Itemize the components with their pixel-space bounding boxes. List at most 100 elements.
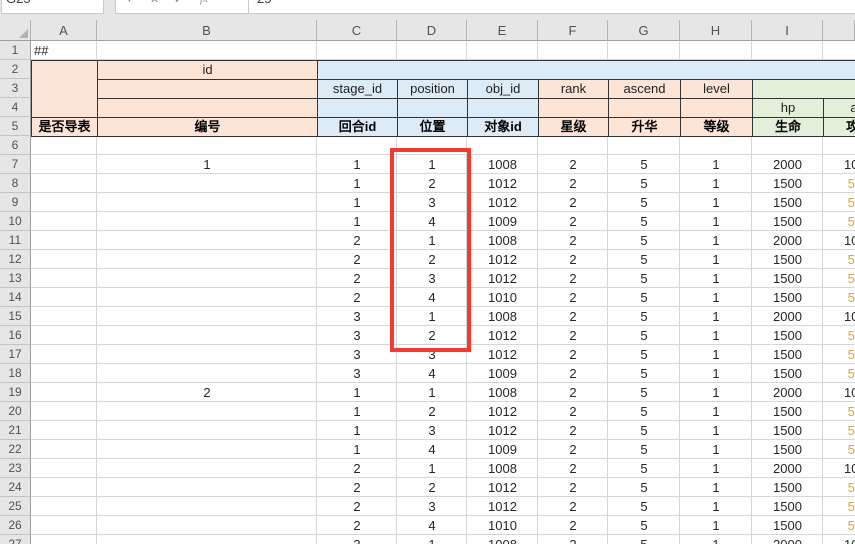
cell-H22[interactable]: 1 [680,440,752,459]
row-header-20[interactable]: 20 [0,402,31,421]
cell-G15[interactable]: 5 [608,307,680,326]
header-cell-F5[interactable]: 星级 [538,117,609,137]
cell-G14[interactable]: 5 [608,288,680,307]
cell-I7[interactable]: 2000 [752,155,823,174]
row-header-26[interactable]: 26 [0,516,31,535]
cell-F21[interactable]: 2 [538,421,608,440]
cell-G18[interactable]: 5 [608,364,680,383]
cell-D13[interactable]: 3 [397,269,467,288]
cell-D10[interactable]: 4 [397,212,467,231]
cell-G10[interactable]: 5 [608,212,680,231]
cell-C7[interactable]: 1 [317,155,397,174]
cell-C21[interactable]: 1 [317,421,397,440]
header-cell-B2[interactable]: id [97,60,318,80]
row-header-8[interactable]: 8 [0,174,31,193]
column-header-H[interactable]: H [680,20,752,41]
cell-F19[interactable]: 2 [538,383,608,402]
cell-D18[interactable]: 4 [397,364,467,383]
cell-C14[interactable]: 2 [317,288,397,307]
cell-C24[interactable]: 2 [317,478,397,497]
cell-E20[interactable]: 1012 [467,402,538,421]
cell-J20[interactable]: 500 [823,402,855,421]
cell-J22[interactable]: 500 [823,440,855,459]
header-cell-D5[interactable]: 位置 [397,117,468,137]
header-cell-I4[interactable]: hp [752,98,824,118]
cell-D19[interactable]: 1 [397,383,467,402]
cell-G8[interactable]: 5 [608,174,680,193]
header-cell-J4[interactable]: atk [823,98,855,118]
cell-E14[interactable]: 1010 [467,288,538,307]
name-box[interactable]: G25 [1,0,104,14]
header-cell-E4[interactable] [467,98,539,118]
cell-H10[interactable]: 1 [680,212,752,231]
column-header-E[interactable]: E [467,20,538,41]
cell-F13[interactable]: 2 [538,269,608,288]
header-cell-G5[interactable]: 升华 [608,117,681,137]
cell-G20[interactable]: 5 [608,402,680,421]
cell-G25[interactable]: 5 [608,497,680,516]
cell-F18[interactable]: 2 [538,364,608,383]
cell-I25[interactable]: 1500 [752,497,823,516]
cell-D24[interactable]: 2 [397,478,467,497]
row-header-19[interactable]: 19 [0,383,31,402]
row-header-27[interactable]: 27 [0,535,31,544]
column-header-G[interactable]: G [608,20,680,41]
cell-H26[interactable]: 1 [680,516,752,535]
cell-I15[interactable]: 2000 [752,307,823,326]
row-header-23[interactable]: 23 [0,459,31,478]
cell-H19[interactable]: 1 [680,383,752,402]
cell-C13[interactable]: 2 [317,269,397,288]
cell-F15[interactable]: 2 [538,307,608,326]
header-cell-J5[interactable]: 攻击 [823,117,855,137]
header-cell-G4[interactable] [608,98,681,118]
header-cell-I3[interactable] [752,79,855,99]
cell-G23[interactable]: 5 [608,459,680,478]
cell-C20[interactable]: 1 [317,402,397,421]
cell-F12[interactable]: 2 [538,250,608,269]
row-header-1[interactable]: 1 [0,41,31,60]
cell-J8[interactable]: 500 [823,174,855,193]
cell-D27[interactable]: 1 [397,535,467,544]
cell-H9[interactable]: 1 [680,193,752,212]
cell-C22[interactable]: 1 [317,440,397,459]
header-cell-C2[interactable] [317,60,855,80]
cell-E18[interactable]: 1009 [467,364,538,383]
row-header-6[interactable]: 6 [0,136,31,155]
cell-D21[interactable]: 3 [397,421,467,440]
cell-E15[interactable]: 1008 [467,307,538,326]
cell-G19[interactable]: 5 [608,383,680,402]
cell-D26[interactable]: 4 [397,516,467,535]
cell-C18[interactable]: 3 [317,364,397,383]
header-cell-I5[interactable]: 生命 [752,117,824,137]
cell-F10[interactable]: 2 [538,212,608,231]
header-cell-E5[interactable]: 对象id [467,117,539,137]
row-header-9[interactable]: 9 [0,193,31,212]
cell-J18[interactable]: 500 [823,364,855,383]
cell-E27[interactable]: 1008 [467,535,538,544]
cell-E10[interactable]: 1009 [467,212,538,231]
header-cell-C4[interactable] [317,98,398,118]
cell-J21[interactable]: 500 [823,421,855,440]
cell-D25[interactable]: 3 [397,497,467,516]
cell-D9[interactable]: 3 [397,193,467,212]
cell-E8[interactable]: 1012 [467,174,538,193]
cell-C9[interactable]: 1 [317,193,397,212]
cell-I20[interactable]: 1500 [752,402,823,421]
cell-H20[interactable]: 1 [680,402,752,421]
header-cell-D3[interactable]: position [397,79,468,99]
cell-I9[interactable]: 1500 [752,193,823,212]
cell-I21[interactable]: 1500 [752,421,823,440]
row-header-13[interactable]: 13 [0,269,31,288]
cell-H12[interactable]: 1 [680,250,752,269]
header-cell-A5[interactable]: 是否导表 [31,117,98,137]
row-header-17[interactable]: 17 [0,345,31,364]
cell-E19[interactable]: 1008 [467,383,538,402]
cell-H18[interactable]: 1 [680,364,752,383]
row-header-11[interactable]: 11 [0,231,31,250]
cell-F17[interactable]: 2 [538,345,608,364]
cell-J27[interactable]: 1000 [823,535,855,544]
cell-F20[interactable]: 2 [538,402,608,421]
cell-H14[interactable]: 1 [680,288,752,307]
cell-I14[interactable]: 1500 [752,288,823,307]
header-cell-H4[interactable] [680,98,753,118]
